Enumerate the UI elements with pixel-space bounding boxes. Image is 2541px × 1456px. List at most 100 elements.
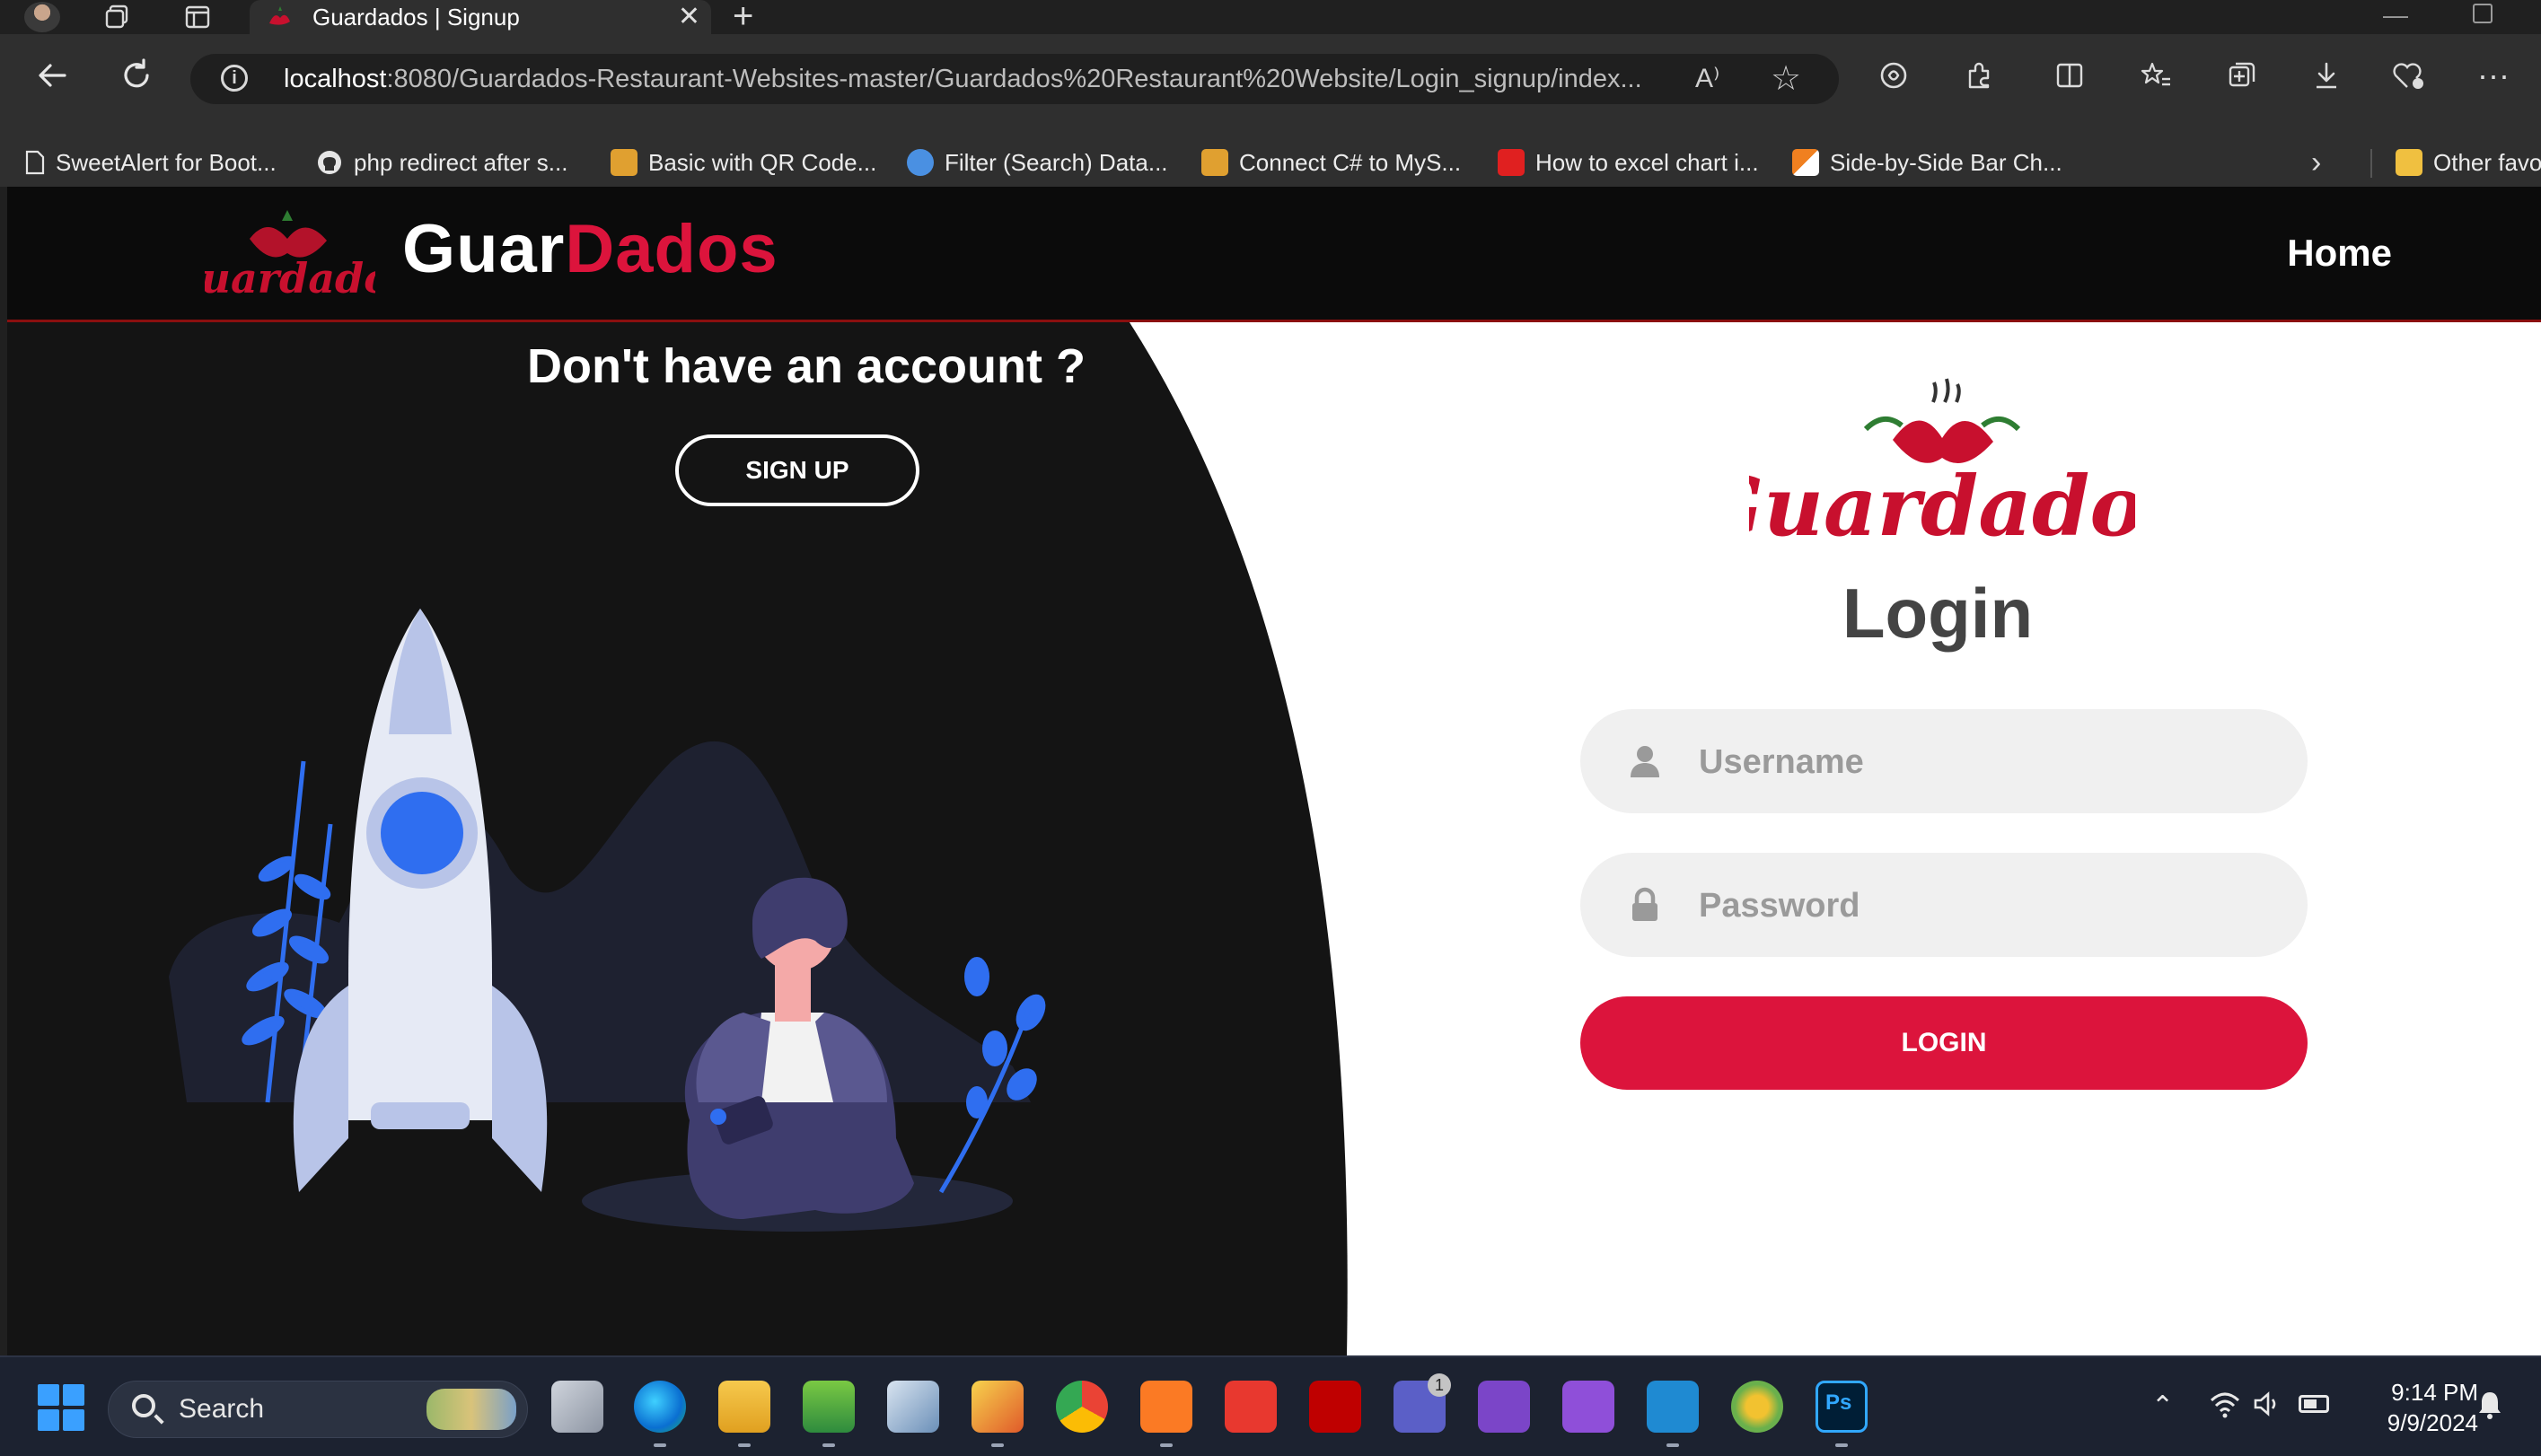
volume-icon[interactable] (2252, 1390, 2284, 1418)
file-explorer-icon[interactable] (718, 1381, 770, 1433)
back-arrow-icon[interactable] (27, 50, 77, 101)
wifi-icon[interactable] (2209, 1390, 2241, 1418)
browser-essentials-icon[interactable] (2385, 48, 2433, 102)
vscode-icon[interactable] (1647, 1381, 1699, 1433)
running-indicator (1835, 1443, 1848, 1447)
visual-studio-icon[interactable] (1478, 1381, 1530, 1433)
taskbar-search-box[interactable]: Search (108, 1381, 528, 1438)
minimize-window-icon[interactable]: — (2383, 0, 2408, 31)
battery-icon[interactable] (2299, 1395, 2329, 1413)
bookmark-side-by-side[interactable]: Side-by-Side Bar Ch... (1792, 138, 2062, 187)
windows-taskbar: Search 1 Ps ⌃ 9:14 PM 9/9/2024 (0, 1355, 2541, 1456)
bookmark-php-redirect[interactable]: php redirect after s... (316, 138, 567, 187)
bookmark-filter-search[interactable]: Filter (Search) Data... (907, 138, 1168, 187)
favorite-star-icon[interactable]: ☆ (1771, 57, 1801, 101)
brand-name[interactable]: GuarDados (402, 205, 778, 294)
more-bookmarks-chevron-icon[interactable]: › (2311, 138, 2321, 187)
settings-more-icon[interactable]: ··· (2469, 48, 2518, 102)
password-input[interactable] (1697, 853, 2275, 959)
guardados-favicon-icon (269, 6, 290, 25)
favorites-icon[interactable] (2132, 48, 2180, 102)
running-indicator (1160, 1443, 1173, 1447)
guardados-login-logo: Guardados (1749, 378, 2135, 555)
notepad-plus-icon[interactable] (803, 1381, 855, 1433)
lock-icon (1632, 887, 1657, 921)
visual-studio-alt-icon[interactable] (1562, 1381, 1614, 1433)
url-host: localhost (284, 65, 387, 93)
svg-text:Guardados: Guardados (1749, 458, 2135, 555)
bookmark-sweetalert[interactable]: SweetAlert for Boot... (25, 138, 277, 187)
xampp-icon[interactable] (1140, 1381, 1192, 1433)
app-swirl-icon[interactable] (1731, 1381, 1783, 1433)
teams-notification-badge: 1 (1428, 1373, 1451, 1397)
github-icon (318, 151, 341, 174)
username-field[interactable] (1580, 709, 2308, 815)
nav-home-link[interactable]: Home (2287, 226, 2392, 280)
rocket-illustration (169, 609, 1046, 1232)
login-button[interactable]: LOGIN (1580, 996, 2308, 1090)
new-tab-icon[interactable]: + (733, 0, 753, 34)
bookmark-basic-qr[interactable]: Basic with QR Code... (611, 138, 876, 187)
brand-part-guar: Guar (402, 211, 566, 287)
url-path: :8080/Guardados-Restaurant-Websites-mast… (386, 65, 1642, 93)
notebook-app-icon[interactable] (887, 1381, 939, 1433)
username-input[interactable] (1697, 709, 2275, 815)
clock-time[interactable]: 9:14 PM (2343, 1377, 2478, 1408)
chart-site-icon (1792, 149, 1819, 176)
windows-start-icon[interactable] (38, 1384, 84, 1431)
running-indicator (654, 1443, 666, 1447)
collections-icon[interactable] (2218, 48, 2266, 102)
restore-window-icon[interactable] (2473, 4, 2493, 23)
user-icon (1631, 746, 1659, 777)
workspaces-icon[interactable] (101, 2, 133, 32)
signup-heading: Don't have an account ? (527, 339, 1086, 393)
tab-title: Guardados | Signup (312, 4, 520, 31)
filezilla-icon[interactable] (1309, 1381, 1361, 1433)
running-indicator (1666, 1443, 1679, 1447)
browser-toolbar: i localhost:8080/Guardados-Restaurant-We… (0, 34, 2541, 138)
page-viewport: Guardados GuarDados Home Don't have an a… (7, 187, 2541, 1355)
tab-actions-icon[interactable] (181, 2, 214, 32)
login-title: Login (1842, 574, 2034, 653)
close-tab-icon[interactable]: ✕ (678, 2, 700, 32)
notification-bell-icon[interactable] (2476, 1390, 2503, 1420)
bookmark-excel-chart[interactable]: How to excel chart i... (1498, 138, 1759, 187)
anydesk-icon[interactable] (1225, 1381, 1277, 1433)
paint-tool-icon[interactable] (972, 1381, 1024, 1433)
downloads-icon[interactable] (2302, 48, 2351, 102)
codeproject-icon (1201, 149, 1228, 176)
bookmark-connect-csharp[interactable]: Connect C# to MyS... (1201, 138, 1461, 187)
browser-title-bar: Guardados | Signup ✕ + — (0, 0, 2541, 34)
svg-text:Guardados: Guardados (205, 254, 375, 303)
task-view-icon[interactable] (551, 1381, 603, 1433)
url-text[interactable]: localhost:8080/Guardados-Restaurant-Webs… (284, 54, 1642, 104)
site-navbar: Guardados GuarDados Home (7, 187, 2541, 322)
brand-part-dados: Dados (565, 211, 778, 287)
bookmark-other-favorites[interactable]: Other favo (2396, 138, 2541, 187)
read-aloud-icon[interactable]: A⁾ (1695, 61, 1719, 97)
show-hidden-icons-chevron-icon[interactable]: ⌃ (2151, 1384, 2174, 1429)
site-info-icon[interactable]: i (221, 65, 248, 92)
folder-icon (2396, 149, 2422, 176)
address-bar[interactable]: i localhost:8080/Guardados-Restaurant-We… (190, 54, 1839, 104)
chrome-icon[interactable] (1056, 1381, 1108, 1433)
edge-browser-icon[interactable] (634, 1381, 686, 1433)
photoshop-ps-text: Ps (1825, 1390, 1852, 1415)
guardados-nav-logo[interactable]: Guardados (205, 203, 375, 307)
split-screen-icon[interactable] (2045, 48, 2094, 102)
tab-guardados-signup[interactable]: Guardados | Signup ✕ (250, 0, 711, 34)
running-indicator (738, 1443, 751, 1447)
copilot-icon[interactable] (1869, 48, 1918, 102)
page-icon (25, 150, 45, 175)
asp-net-icon (907, 149, 934, 176)
refresh-icon[interactable] (111, 50, 162, 101)
extensions-icon[interactable] (1956, 48, 2004, 102)
running-indicator (991, 1443, 1004, 1447)
profile-avatar[interactable] (22, 2, 63, 32)
teams-icon[interactable]: 1 (1394, 1373, 1451, 1433)
clock-date[interactable]: 9/9/2024 (2343, 1408, 2478, 1438)
photoshop-icon[interactable]: Ps (1816, 1381, 1868, 1433)
signup-button[interactable]: SIGN UP (675, 434, 919, 506)
excel-site-icon (1498, 149, 1525, 176)
password-field[interactable] (1580, 853, 2308, 959)
